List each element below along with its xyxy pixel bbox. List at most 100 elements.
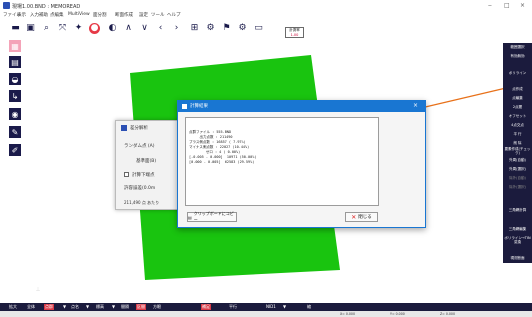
maximize-button[interactable]: □ (504, 2, 510, 9)
result-dialog-title: 計算結果 (190, 104, 208, 109)
eye-icon[interactable]: ◉ (9, 108, 21, 120)
panel-command[interactable]: 三角網編集 (503, 225, 532, 234)
close-x-icon: ✕ (351, 213, 357, 221)
status-item[interactable]: 平行 (228, 304, 238, 310)
status-item[interactable]: ▼ (62, 304, 67, 309)
menu-item[interactable]: 設定 (139, 12, 148, 18)
panel-command[interactable]: 要素作成(チェック) (503, 147, 532, 156)
right-icon[interactable]: › (171, 23, 182, 34)
status-item[interactable]: 方眼 (152, 304, 162, 310)
fit-icon[interactable]: ⤧ (57, 23, 68, 34)
panel-command[interactable]: 点作成 (503, 85, 532, 94)
menu-item[interactable]: 入力補助 (30, 12, 48, 18)
status-item[interactable]: 縮 (306, 304, 312, 310)
menu-item[interactable]: 点編集 (50, 12, 64, 18)
panel-command[interactable]: 点編集 (503, 94, 532, 103)
zoom-icon[interactable]: ⌕ (41, 23, 52, 34)
menu-item[interactable]: ヘルプ (167, 12, 181, 18)
window-title: 現場1.00.BND : MEMOREAD (12, 4, 81, 10)
minimize-button[interactable]: ‒ (488, 2, 492, 9)
panel-command[interactable]: ポリライン (503, 69, 532, 78)
panel-command[interactable]: 2点間 (503, 103, 532, 112)
panel-command[interactable] (503, 61, 532, 69)
panel-command[interactable] (503, 215, 532, 225)
copy-clipboard-button[interactable]: ▤ クリップボードにコピー (187, 211, 237, 222)
panel-command[interactable] (503, 192, 532, 206)
status-item[interactable]: 点名 (70, 304, 80, 310)
close-icon[interactable]: × (413, 102, 418, 109)
status-item[interactable]: 標高 (95, 304, 105, 310)
result-line: [0.000 - 0.005] 62583 (29.59%) (189, 160, 255, 164)
status-bar: 拡大 全体 点群 ▼ 点名 ▼ 標高 ▼ 間隔 区間 方眼 補足 平行 NID1 ▼ 縮 (0, 303, 532, 311)
cloud-icon[interactable]: ◒ (9, 73, 21, 85)
settings-icon[interactable]: ⚙ (237, 23, 248, 34)
panel-command[interactable]: 範囲選択 (503, 43, 532, 52)
panel-command[interactable]: 有効無効 (503, 52, 532, 61)
pin-icon[interactable]: ✦ (73, 23, 84, 34)
menu-item[interactable]: MultiView (68, 12, 90, 17)
up-icon[interactable]: ∧ (123, 23, 134, 34)
menu-item[interactable]: 面分割 (93, 12, 107, 18)
panel-command[interactable]: 平 行 (503, 130, 532, 139)
left-icon[interactable]: ‹ (155, 23, 166, 34)
app-window: ⟂ 現場1.00.BND : MEMOREAD ‒ □ × ファイル 表示 入力補助… (0, 0, 532, 317)
save-icon[interactable]: ▣ (25, 23, 36, 34)
split-icon[interactable]: ⊞ (189, 23, 200, 34)
panel-command[interactable]: ポリライン→TIN変換 (503, 234, 532, 248)
status-item[interactable]: 区間 (136, 304, 146, 310)
menu-item[interactable]: 断面作成 (115, 12, 133, 18)
analysis-dialog-title: 差分解析 (130, 126, 148, 131)
title-bar: 現場1.00.BND : MEMOREAD ‒ □ × (0, 0, 532, 11)
close-dialog-button[interactable]: ✕ 閉じる (345, 212, 378, 222)
status-item[interactable]: NID1 (265, 304, 277, 309)
menu-item[interactable]: ツール (151, 12, 165, 18)
panel-command[interactable]: 現況断面 (503, 254, 532, 263)
status-item[interactable]: 全体 (26, 304, 36, 310)
record-icon[interactable]: ● (89, 23, 100, 34)
folder-icon[interactable]: ▬ (10, 23, 21, 34)
menu-item[interactable]: 表示 (17, 12, 26, 18)
status-item[interactable]: ▼ (85, 304, 90, 309)
coordinate-readout: Z= 0.000 (440, 312, 455, 316)
status-item[interactable]: ▼ (282, 304, 287, 309)
screen-icon[interactable]: ▭ (253, 23, 264, 34)
panel-command[interactable]: 4点交点 (503, 121, 532, 130)
lower-point-checkbox[interactable] (124, 172, 129, 177)
status-item[interactable]: 拡大 (8, 304, 18, 310)
edit-icon[interactable]: ✐ (9, 144, 21, 156)
scale-indicator: 計測率 1.00 (285, 27, 304, 38)
status-item[interactable]: ▼ (111, 304, 116, 309)
flag-icon[interactable]: ⚑ (221, 23, 232, 34)
arrow-icon[interactable]: ↳ (9, 90, 21, 102)
panel-command[interactable]: 外周(自動) (503, 156, 532, 165)
pen-icon[interactable]: ✎ (9, 126, 21, 138)
base-surface-label: 基準面(B) (136, 159, 157, 164)
toolbar: ▬ ▣ ⌕ ⤧ ✦ ● ◐ ∧ ∨ ‹ › ⊞ ⚙ ⚑ ⚙ ▭ (10, 23, 310, 37)
origin-mark: ⟂ (36, 286, 40, 293)
status-item[interactable]: 補足 (201, 304, 211, 310)
panel-command[interactable]: オフセット (503, 112, 532, 121)
panel-command[interactable]: 除外(自動) (503, 174, 532, 183)
panel-command[interactable] (503, 78, 532, 85)
close-button[interactable]: × (520, 2, 525, 9)
menu-bar: ファイル 表示 入力補助 点編集 MultiView 面分割 断面作成 設定 ツール ヘルプ (0, 11, 532, 20)
panel-command[interactable]: 除外(選択) (503, 183, 532, 192)
panel-command[interactable]: 三角網計算 (503, 206, 532, 215)
scale-value: 1.00 (290, 32, 299, 37)
grid-icon[interactable]: ▦ (9, 40, 21, 52)
result-dialog: 計算結果 × 点群ファイル : 555.BND 出力点数 : 211490 プラス… (177, 100, 426, 228)
status-item[interactable]: 点群 (44, 304, 54, 310)
down-icon[interactable]: ∨ (139, 23, 150, 34)
panel-command[interactable]: 外周(選択) (503, 165, 532, 174)
lower-point-label: 計算下端点 (132, 173, 155, 178)
dialog-icon (182, 104, 187, 109)
gear-icon[interactable]: ⚙ (205, 23, 216, 34)
cube-icon[interactable]: ◐ (107, 23, 118, 34)
layer-icon[interactable]: ▤ (9, 56, 21, 68)
status-item[interactable]: 間隔 (120, 304, 130, 310)
result-text-area[interactable]: 点群ファイル : 555.BND 出力点数 : 211490 プラス側点数 : 1… (185, 117, 379, 206)
random-points-label: ランダム点 (A) (124, 144, 155, 149)
result-lines: 点群ファイル : 555.BND 出力点数 : 211490 プラス側点数 : 1… (189, 130, 375, 165)
dialog-icon (121, 125, 127, 131)
coordinate-strip: X= 0.000 Y= 0.000 Z= 0.000 (0, 311, 532, 317)
